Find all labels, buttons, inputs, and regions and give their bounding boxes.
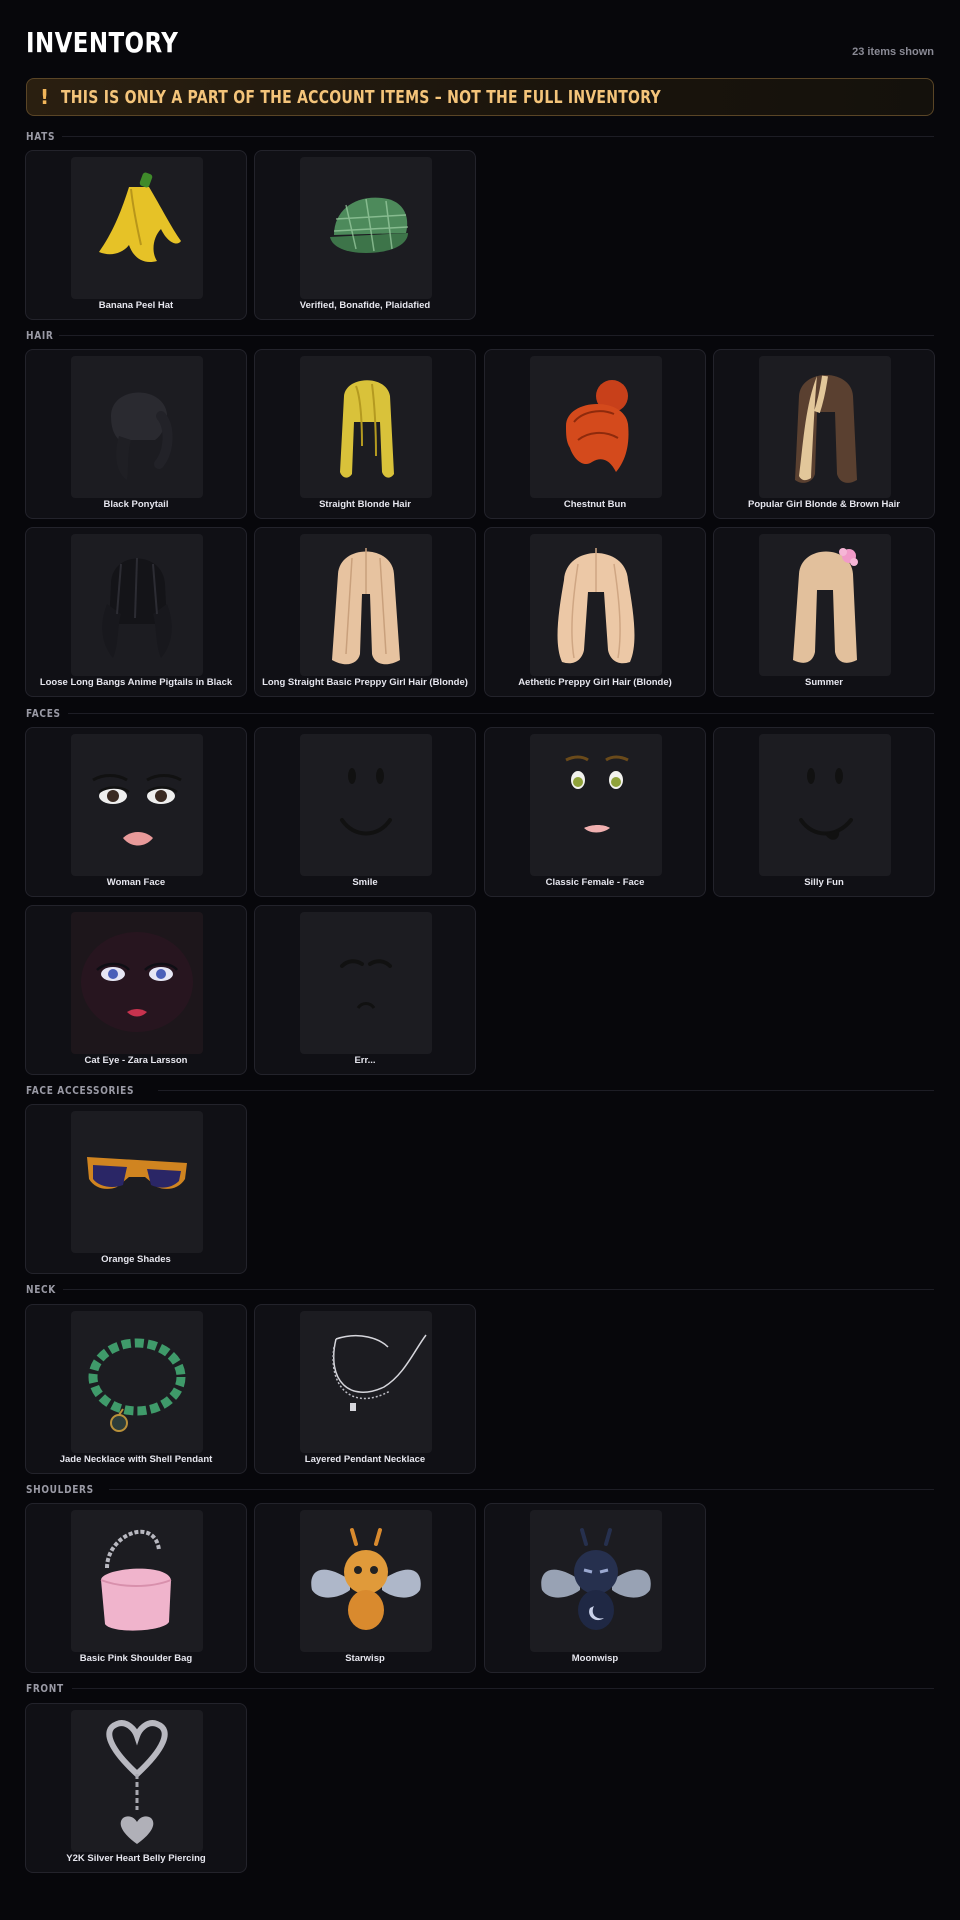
item-name: Verified, Bonafide, Plaidafied [299,300,431,311]
banana-peel-hat-icon [71,157,203,299]
item-card[interactable]: Cat Eye - Zara Larsson [25,905,247,1075]
item-count: 23 items shown [852,46,934,58]
item-card[interactable]: Loose Long Bangs Anime Pigtails in Black [25,527,247,697]
item-card[interactable]: Summer [713,527,935,697]
section-divider [108,1488,934,1490]
item-name: Smile [352,877,378,888]
item-card[interactable]: Moonwisp [484,1503,706,1673]
warning-icon: ! [40,85,50,109]
item-card[interactable]: Y2K Silver Heart Belly Piercing [25,1703,247,1873]
smile-face-icon [300,734,432,876]
item-name: Layered Pendant Necklace [304,1454,426,1465]
item-card[interactable]: Aethetic Preppy Girl Hair (Blonde) [484,527,706,697]
silly-fun-face-icon [759,734,891,876]
item-name: Woman Face [106,877,166,888]
plaid-cap-icon [300,157,432,299]
section-header-shoulders: SHOULDERS [26,1482,934,1496]
section-title: SHOULDERS [26,1482,94,1496]
item-card[interactable]: Jade Necklace with Shell Pendant [25,1304,247,1474]
section-header-faces: FACES [26,706,934,720]
pink-shoulder-bag-icon [71,1510,203,1652]
item-name: Chestnut Bun [563,499,627,510]
item-name: Black Ponytail [103,499,169,510]
item-card[interactable]: Straight Blonde Hair [254,349,476,519]
section-title: FACE ACCESSORIES [26,1083,135,1097]
chestnut-bun-icon [530,356,662,498]
straight-blonde-hair-icon [300,356,432,498]
item-card[interactable]: Verified, Bonafide, Plaidafied [254,150,476,320]
section-title: HATS [26,129,56,143]
section-title: HAIR [26,328,54,342]
section-title: NECK [26,1282,56,1296]
heart-piercing-icon [71,1710,203,1852]
item-card[interactable]: Basic Pink Shoulder Bag [25,1503,247,1673]
item-card[interactable]: Chestnut Bun [484,349,706,519]
item-name: Loose Long Bangs Anime Pigtails in Black [39,677,233,688]
item-card[interactable]: Orange Shades [25,1104,247,1274]
err-face-icon [300,912,432,1054]
section-divider [59,334,934,336]
section-divider [61,135,934,137]
item-card[interactable]: Layered Pendant Necklace [254,1304,476,1474]
section-header-hats: HATS [26,129,934,143]
item-card[interactable]: Black Ponytail [25,349,247,519]
item-card[interactable]: Banana Peel Hat [25,150,247,320]
black-ponytail-icon [71,356,203,498]
orange-shades-icon [71,1111,203,1253]
section-divider [157,1089,934,1091]
jade-necklace-icon [71,1311,203,1453]
cat-eye-face-icon [71,912,203,1054]
item-name: Err... [354,1055,376,1066]
section-header-front: FRONT [26,1681,934,1695]
item-name: Classic Female - Face [545,877,645,888]
item-name: Jade Necklace with Shell Pendant [59,1454,213,1465]
item-name: Banana Peel Hat [98,300,174,311]
long-straight-blonde-hair-icon [300,534,432,676]
section-header-neck: NECK [26,1282,934,1296]
page-title: INVENTORY [26,26,179,59]
item-card[interactable]: Popular Girl Blonde & Brown Hair [713,349,935,519]
item-card[interactable]: Smile [254,727,476,897]
item-name: Orange Shades [101,1254,171,1265]
banner-text: THIS IS ONLY A PART OF THE ACCOUNT ITEMS… [61,86,662,108]
item-card[interactable]: Silly Fun [713,727,935,897]
warning-banner: ! THIS IS ONLY A PART OF THE ACCOUNT ITE… [26,78,934,116]
moonwisp-icon [530,1510,662,1652]
wavy-blonde-hair-icon [530,534,662,676]
item-name: Popular Girl Blonde & Brown Hair [747,499,900,510]
section-divider [68,712,934,714]
item-name: Moonwisp [571,1653,619,1664]
item-name: Cat Eye - Zara Larsson [84,1055,188,1066]
layered-necklace-icon [300,1311,432,1453]
item-name: Aethetic Preppy Girl Hair (Blonde) [518,677,672,688]
section-title: FRONT [26,1681,64,1695]
item-card[interactable]: Woman Face [25,727,247,897]
item-name: Basic Pink Shoulder Bag [79,1653,193,1664]
item-card[interactable]: Long Straight Basic Preppy Girl Hair (Bl… [254,527,476,697]
section-divider [72,1687,934,1689]
section-header-hair: HAIR [26,328,934,342]
section-title: FACES [26,706,61,720]
item-name: Long Straight Basic Preppy Girl Hair (Bl… [262,677,468,688]
section-divider [62,1288,934,1290]
starwisp-icon [300,1510,432,1652]
item-name: Summer [804,677,843,688]
blonde-brown-hair-icon [759,356,891,498]
classic-female-face-icon [530,734,662,876]
section-header-face-accessories: FACE ACCESSORIES [26,1083,934,1097]
summer-hair-icon [759,534,891,676]
item-card[interactable]: Err... [254,905,476,1075]
black-pigtails-icon [71,534,203,676]
woman-face-icon [71,734,203,876]
item-name: Silly Fun [804,877,844,888]
item-name: Straight Blonde Hair [319,499,411,510]
item-card[interactable]: Starwisp [254,1503,476,1673]
item-name: Starwisp [345,1653,385,1664]
item-card[interactable]: Classic Female - Face [484,727,706,897]
item-name: Y2K Silver Heart Belly Piercing [66,1853,206,1864]
